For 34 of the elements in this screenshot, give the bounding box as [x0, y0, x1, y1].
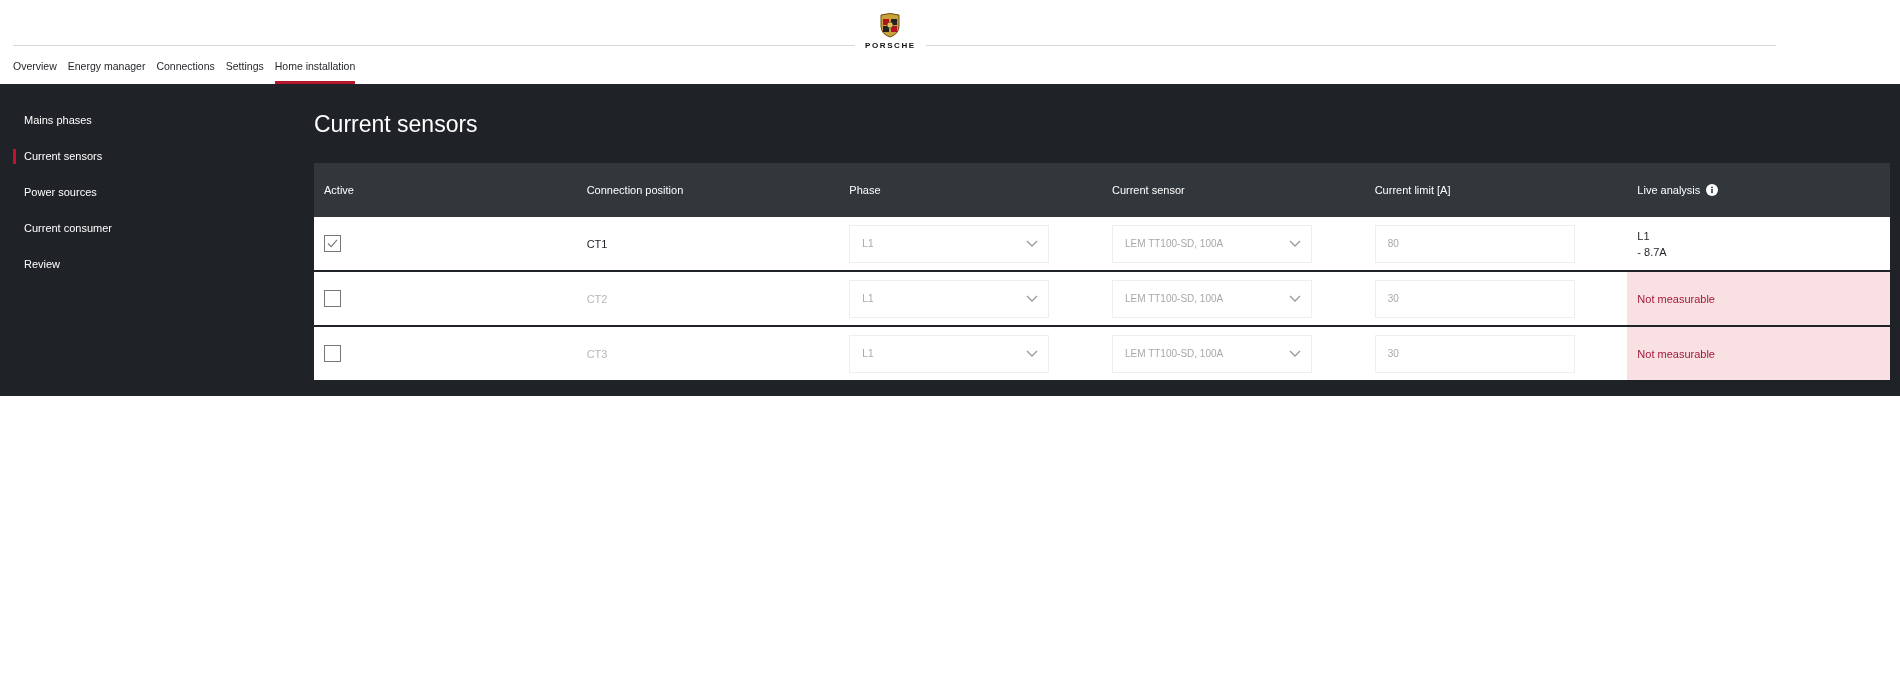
chevron-down-icon — [1289, 240, 1301, 247]
nav-tab[interactable]: Connections — [156, 57, 215, 84]
live-analysis-text: L1 - 8.7A — [1637, 228, 1667, 260]
chevron-down-icon — [1026, 295, 1039, 302]
nav-tab[interactable]: Energy manager — [67, 57, 146, 84]
connection-position: CT2 — [586, 292, 608, 305]
sidebar-item[interactable]: Power sources — [13, 185, 314, 200]
brand-wordmark[interactable]: PORSCHE — [865, 41, 916, 50]
checkbox[interactable] — [324, 345, 341, 362]
checkbox[interactable] — [324, 290, 341, 307]
sidebar-item[interactable]: Mains phases — [13, 113, 314, 128]
column-header: Current limit [A] — [1374, 184, 1451, 196]
connection-position: CT1 — [586, 237, 608, 250]
connection-position: CT3 — [586, 347, 608, 360]
info-icon[interactable] — [1706, 184, 1719, 196]
nav-tab[interactable]: Overview — [13, 57, 57, 84]
chevron-down-icon — [1289, 295, 1301, 302]
column-header: Connection position — [586, 184, 684, 196]
chevron-down-icon — [1289, 350, 1301, 357]
sidebar-item[interactable]: Review — [13, 257, 314, 272]
column-header: Phase — [849, 184, 881, 196]
live-analysis-text: Not measurable — [1637, 346, 1715, 362]
chevron-down-icon — [1026, 350, 1039, 357]
column-header: Current sensor — [1112, 184, 1185, 196]
live-analysis-text: Not measurable — [1637, 291, 1715, 307]
checkmark-icon — [327, 239, 338, 248]
checkbox[interactable] — [324, 235, 341, 252]
sidebar-item[interactable]: Current consumer — [13, 221, 314, 236]
chevron-down-icon — [1026, 240, 1039, 247]
page-title: Current sensors — [314, 111, 479, 138]
crest-icon — [879, 12, 902, 38]
column-header: Active — [324, 184, 354, 196]
column-header: Live analysis — [1637, 184, 1701, 196]
nav-tab[interactable]: Settings — [225, 57, 264, 84]
